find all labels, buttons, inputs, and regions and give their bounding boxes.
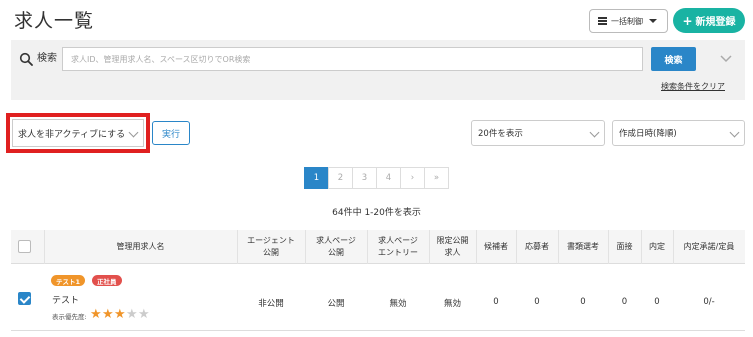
header-limited-public-line1: 限定公開: [436, 236, 469, 245]
star-empty-icon[interactable]: ★: [126, 308, 138, 321]
bulk-action-select[interactable]: 求人を非アクティブにする: [12, 119, 144, 147]
cell-document-screening[interactable]: 0: [558, 297, 608, 307]
pagination: 1 2 3 4 › »: [304, 167, 449, 189]
header-agent-public-line2: 公開: [263, 248, 279, 257]
per-page-select[interactable]: 20件を表示: [471, 120, 605, 146]
star-filled-icon[interactable]: ★: [114, 308, 126, 321]
chevron-down-icon: [589, 127, 600, 138]
header-interview[interactable]: 面接: [608, 230, 641, 264]
header-limited-public[interactable]: 限定公開 求人: [429, 230, 476, 264]
header-job-name[interactable]: 管理用求人名: [44, 230, 237, 264]
cell-interview[interactable]: 0: [608, 297, 641, 307]
page-4-button[interactable]: 4: [376, 167, 401, 189]
header-job-page-public-line2: 公開: [328, 248, 344, 257]
cell-offer[interactable]: 0: [641, 297, 673, 307]
cell-offer-accept[interactable]: 0/-: [673, 297, 745, 307]
bulk-control-label: 一括制御: [611, 16, 643, 26]
tag-badge: テスト1: [51, 275, 86, 286]
employment-type-badge: 正社員: [92, 275, 122, 286]
priority-label: 表示優先度:: [52, 313, 87, 321]
bulk-control-dropdown[interactable]: 一括制御: [589, 9, 668, 33]
header-job-page-entry[interactable]: 求人ページ エントリー: [367, 230, 429, 264]
new-job-label: 新規登録: [695, 17, 736, 28]
sort-select[interactable]: 作成日時(降順): [612, 120, 745, 146]
select-all-checkbox[interactable]: [18, 240, 31, 253]
row-checkbox[interactable]: [18, 292, 31, 305]
search-icon: [19, 52, 33, 66]
page-2-button[interactable]: 2: [328, 167, 353, 189]
header-document-screening[interactable]: 書類選考: [558, 230, 608, 264]
search-label: 検索: [37, 53, 57, 64]
sort-value: 作成日時(降順): [619, 129, 677, 139]
per-page-value: 20件を表示: [478, 129, 523, 139]
new-job-button[interactable]: + 新規登録: [673, 8, 745, 33]
header-job-page-public-line1: 求人ページ: [316, 236, 356, 245]
header-offer-accept[interactable]: 内定承諾/定員: [673, 230, 745, 264]
last-page-button[interactable]: »: [424, 167, 449, 189]
star-empty-icon[interactable]: ★: [138, 308, 150, 321]
star-filled-icon[interactable]: ★: [90, 308, 102, 321]
chevron-down-icon: [128, 127, 139, 138]
chevron-down-icon[interactable]: [718, 51, 734, 65]
header-job-page-public[interactable]: 求人ページ 公開: [305, 230, 367, 264]
header-job-page-entry-line2: エントリー: [378, 248, 418, 257]
clear-search-link[interactable]: 検索条件をクリア: [661, 81, 725, 92]
job-name-link[interactable]: テスト: [52, 293, 79, 306]
star-filled-icon[interactable]: ★: [102, 308, 114, 321]
next-page-button[interactable]: ›: [400, 167, 425, 189]
header-agent-public-line1: エージェント: [247, 236, 295, 245]
run-button[interactable]: 実行: [152, 121, 190, 145]
result-count: 64件中 1-20件を表示: [332, 208, 421, 218]
bulk-action-value: 求人を非アクティブにする: [18, 129, 126, 140]
header-job-page-entry-line1: 求人ページ: [378, 236, 418, 245]
cell-job-page-public: 公開: [327, 299, 345, 309]
header-limited-public-line2: 求人: [444, 248, 461, 257]
cell-limited-public: 無効: [443, 299, 461, 309]
list-icon: [598, 17, 607, 25]
header-candidates[interactable]: 候補者: [476, 230, 516, 264]
page-title: 求人一覧: [14, 10, 95, 32]
chevron-down-icon: [729, 127, 740, 138]
caret-down-icon: [649, 19, 657, 23]
page-3-button[interactable]: 3: [352, 167, 377, 189]
cell-agent-public: 非公開: [258, 299, 284, 309]
cell-job-page-entry: 無効: [389, 299, 407, 309]
page-1-button[interactable]: 1: [304, 167, 329, 189]
header-applicants[interactable]: 応募者: [516, 230, 558, 264]
search-input[interactable]: [62, 47, 643, 71]
search-button[interactable]: 検索: [651, 47, 696, 71]
cell-applicants[interactable]: 0: [516, 297, 558, 307]
cell-candidates[interactable]: 0: [476, 297, 516, 307]
row-divider: [11, 330, 745, 331]
plus-icon: +: [682, 13, 693, 28]
header-agent-public[interactable]: エージェント 公開: [237, 230, 305, 264]
header-offer[interactable]: 内定: [641, 230, 673, 264]
